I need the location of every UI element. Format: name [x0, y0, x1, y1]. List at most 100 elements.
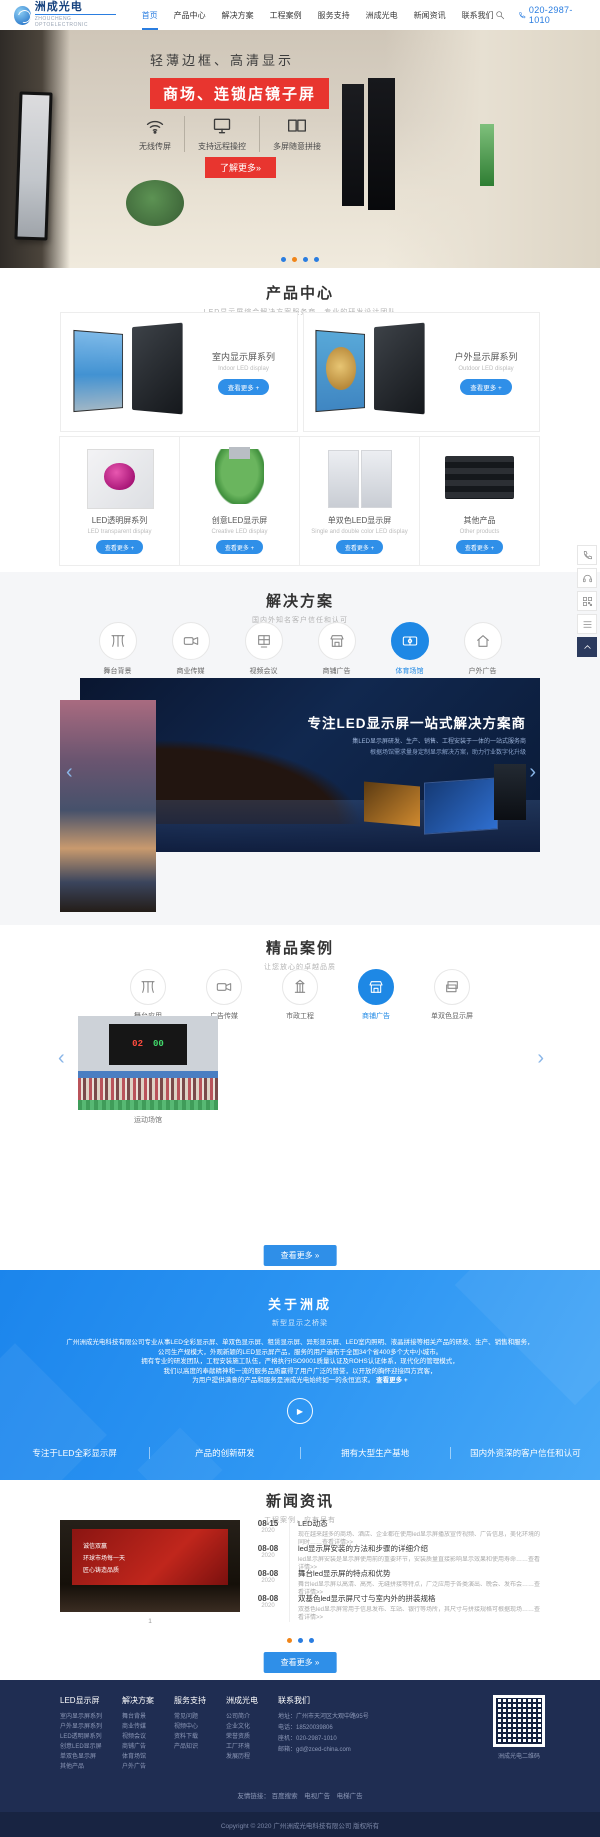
play-video-button[interactable]: ▶ [287, 1398, 313, 1424]
hero-cta-button[interactable]: 了解更多» [205, 157, 276, 178]
footer-link[interactable]: 发展历程 [226, 1752, 258, 1762]
scoreboard: 02 00 [109, 1024, 187, 1065]
carousel-dot[interactable] [314, 257, 319, 262]
product-card-dual-color[interactable]: 单双色LED显示屏 Single and double color LED di… [299, 436, 420, 566]
news-item[interactable]: 08-15 2020 LED动态 现在越来越多的商场、酒店、企业都在使用led显… [255, 1518, 544, 1542]
carousel-dot[interactable] [292, 257, 297, 262]
tab-stage[interactable]: 舞台背景 [95, 622, 141, 676]
view-more-button[interactable]: 查看更多 + [216, 540, 263, 554]
product-name-en: Creative LED display [180, 529, 299, 535]
nav-item[interactable]: 解决方案 [222, 1, 254, 30]
logo[interactable]: 洲成光电 ZHOUCHENG OPTOELECTRONIC [14, 2, 116, 28]
solutions-carousel-prev-slide[interactable] [60, 700, 156, 912]
news-item[interactable]: 08-08 2020 双基色led显示屏尺寸与室内外的拼装规格 双基色led显示… [255, 1593, 544, 1617]
phone-icon [518, 11, 526, 20]
carousel-dot[interactable] [303, 257, 308, 262]
news-item[interactable]: 08-08 2020 led显示屏安装的方法和步骤的详细介绍 led显示屏安装是… [255, 1543, 544, 1567]
news-item-title[interactable]: led显示屏安装的方法和步骤的详细介绍 [298, 1543, 544, 1554]
product-card-indoor[interactable]: 室内显示屏系列 Indoor LED display 查看更多 + [60, 312, 298, 432]
search-icon[interactable] [494, 8, 506, 22]
menu-button[interactable] [577, 614, 597, 634]
carousel-dot[interactable] [309, 1638, 314, 1643]
carousel-dot[interactable] [298, 1638, 303, 1643]
product-card-transparent[interactable]: LED透明屏系列 LED transparent display 查看更多 + [59, 436, 180, 566]
tab-stadium[interactable]: 体育场馆 [387, 622, 433, 676]
next-arrow[interactable]: › [537, 1048, 544, 1068]
tab-ad-media[interactable]: 广告传媒 [201, 969, 247, 1021]
nav-item[interactable]: 联系我们 [462, 1, 494, 30]
footer-link[interactable]: LED透明屏系列 [60, 1732, 102, 1742]
friend-links[interactable]: 友情链接： 百度搜索 电视广告 电梯广告 [0, 1790, 600, 1800]
footer-link[interactable]: 企业文化 [226, 1722, 258, 1732]
tab-municipal[interactable]: 市政工程 [277, 969, 323, 1021]
footer-link[interactable]: 公司简介 [226, 1712, 258, 1722]
hero-headline: 商场、连锁店镜子屏 [150, 78, 329, 109]
tab-media[interactable]: 商业传媒 [168, 622, 214, 676]
view-more-button[interactable]: 查看更多 + [460, 379, 512, 395]
copyright: Copyright © 2020 广州洲成光电科技有限公司 版权所有 [0, 1812, 600, 1837]
view-more-button[interactable]: 查看更多 + [456, 540, 503, 554]
back-to-top-button[interactable] [577, 637, 597, 657]
tab-stage-application[interactable]: 舞台应用 [125, 969, 171, 1021]
cases-more-button[interactable]: 查看更多 » [264, 1245, 337, 1266]
product-card-other[interactable]: 其他产品 Other products 查看更多 + [419, 436, 540, 566]
footer-link[interactable]: 工厂环境 [226, 1742, 258, 1752]
news-item[interactable]: 08-08 2020 舞台led显示屏的特点和优势 舞台led显示屏以高清、高亮… [255, 1568, 544, 1592]
news-photo[interactable]: 诚信双赢环球市场每一天匠心铸造品质 [60, 1520, 240, 1612]
case-photo-stadium[interactable]: 02 00 [78, 1016, 218, 1110]
product-card-creative[interactable]: 创意LED显示屏 Creative LED display 查看更多 + [179, 436, 300, 566]
footer: LED显示屏 室内显示屏系列户外显示屏系列LED透明屏系列创意LED显示屏单双色… [0, 1680, 600, 1837]
footer-link[interactable]: 产品知识 [174, 1742, 206, 1752]
footer-qr: 洲成光电二维码 [490, 1695, 548, 1772]
footer-link[interactable]: 户外广告 [122, 1762, 154, 1772]
about-feature: 国内外资深的客户信任和认可 [450, 1447, 600, 1459]
nav-item[interactable]: 产品中心 [174, 1, 206, 30]
tab-shop-ad[interactable]: 商铺广告 [314, 622, 360, 676]
footer-link[interactable]: 视频会议 [122, 1732, 154, 1742]
news-item-title[interactable]: 双基色led显示屏尺寸与室内外的拼装规格 [298, 1593, 544, 1604]
prev-arrow[interactable]: ‹ [58, 1048, 65, 1068]
footer-link[interactable]: 商业传媒 [122, 1722, 154, 1732]
footer-link[interactable]: 室内显示屏系列 [60, 1712, 102, 1722]
tab-outdoor-ad[interactable]: 户外广告 [460, 622, 506, 676]
product-name-en: LED transparent display [60, 529, 179, 535]
carousel-dot[interactable] [287, 1638, 292, 1643]
news-item-title[interactable]: 舞台led显示屏的特点和优势 [298, 1568, 544, 1579]
nav-item[interactable]: 新闻资讯 [414, 1, 446, 30]
nav-item[interactable]: 首页 [142, 1, 158, 30]
footer-link[interactable]: 体育场馆 [122, 1752, 154, 1762]
footer-link[interactable]: 荣誉资质 [226, 1732, 258, 1742]
carousel-dot[interactable] [281, 257, 286, 262]
view-more-button[interactable]: 查看更多 + [336, 540, 383, 554]
footer-link[interactable]: 创意LED显示屏 [60, 1742, 102, 1752]
footer-link[interactable]: 其他产品 [60, 1762, 102, 1772]
about-more-link[interactable]: 查看更多 + [376, 1377, 408, 1384]
footer-link[interactable]: 户外显示屏系列 [60, 1722, 102, 1732]
about-last-line: 为用户提供满意的产品和服务是洲成光电始终如一的永恒追求。 [192, 1377, 374, 1384]
feature-splice: 多屏随意拼接 [259, 116, 334, 152]
tab-conference[interactable]: 视频会议 [241, 622, 287, 676]
view-more-button[interactable]: 查看更多 + [218, 379, 270, 395]
customer-service-button[interactable] [577, 568, 597, 588]
footer-link[interactable]: 商铺广告 [122, 1742, 154, 1752]
footer-link[interactable]: 单双色显示屏 [60, 1752, 102, 1762]
monitor-icon [212, 116, 232, 136]
footer-link[interactable]: 资料下载 [174, 1732, 206, 1742]
nav-item[interactable]: 工程案例 [270, 1, 302, 30]
prev-arrow[interactable]: ‹ [66, 762, 73, 782]
footer-link[interactable]: 视频中心 [174, 1722, 206, 1732]
phone-contact-button[interactable] [577, 545, 597, 565]
footer-link[interactable]: 常见问题 [174, 1712, 206, 1722]
nav-item[interactable]: 服务支持 [318, 1, 350, 30]
tab-shop-ad[interactable]: 商铺广告 [353, 969, 399, 1021]
qrcode-button[interactable] [577, 591, 597, 611]
news-item-title[interactable]: LED动态 [298, 1518, 544, 1529]
footer-link[interactable]: 舞台背景 [122, 1712, 154, 1722]
view-more-button[interactable]: 查看更多 + [96, 540, 143, 554]
news-more-button[interactable]: 查看更多 » [264, 1652, 337, 1673]
product-card-outdoor[interactable]: 户外显示屏系列 Outdoor LED display 查看更多 + [303, 312, 541, 432]
nav-item[interactable]: 洲成光电 [366, 1, 398, 30]
next-arrow[interactable]: › [529, 762, 536, 782]
news-date: 08-08 2020 [255, 1593, 281, 1609]
tab-dual-color[interactable]: 单双色显示屏 [429, 969, 475, 1021]
